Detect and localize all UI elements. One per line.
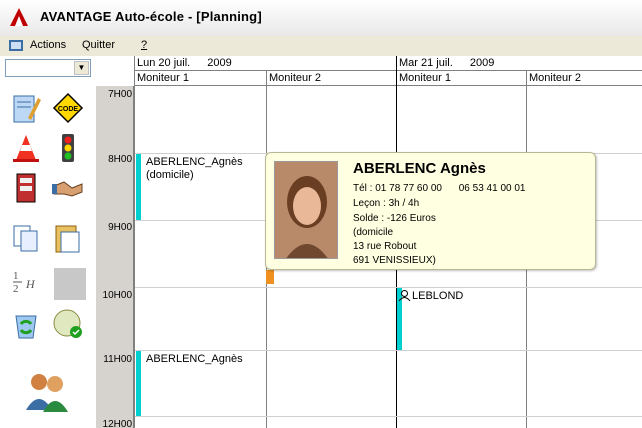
hour-label: 11H00	[103, 354, 132, 365]
tooltip-address: 13 rue Robout	[353, 241, 417, 252]
day-2-label: Mar 21 juil.	[399, 57, 453, 69]
window-title: AVANTAGE Auto-école - [Planning]	[40, 9, 262, 24]
tooltip-phone-2: 06 53 41 00 01	[458, 183, 526, 194]
day-1-year: 2009	[207, 57, 232, 69]
svg-text:2: 2	[13, 283, 19, 295]
notepad-icon[interactable]	[10, 92, 42, 124]
lesson-student: LEBLOND	[412, 290, 464, 302]
view-select[interactable]: ▼	[5, 59, 91, 77]
hour-label: 9H00	[108, 222, 132, 233]
title-bar: AVANTAGE Auto-école - [Planning]	[0, 0, 642, 36]
grid-line	[135, 287, 642, 288]
traffic-light-icon[interactable]	[52, 132, 84, 164]
tooltip-lesson-count: Leçon : 3h / 4h	[353, 198, 420, 209]
grid-line	[134, 56, 135, 428]
paste-icon[interactable]	[52, 222, 84, 254]
lesson-marker	[136, 351, 141, 416]
day-header-2: Mar 21 juil. 2009	[396, 56, 642, 71]
student-photo-image	[275, 162, 337, 258]
student-tooltip: ABERLENC Agnès Tél : 01 78 77 60 00 06 5…	[265, 152, 596, 270]
svg-text:CODE: CODE	[58, 106, 79, 113]
student-photo	[274, 161, 338, 259]
menu-actions[interactable]: Actions	[30, 39, 66, 51]
register-icon[interactable]	[10, 172, 42, 204]
hour-label: 12H00	[102, 419, 132, 428]
lesson-student: ABERLENC_Agnès	[146, 353, 243, 365]
lesson-location: (domicile)	[146, 169, 194, 181]
lesson-marker	[266, 270, 274, 284]
code-icon[interactable]: CODE	[52, 92, 84, 124]
lesson-marker	[136, 154, 141, 220]
grid-line	[135, 416, 642, 417]
time-column: 7H00 8H00 9H00 10H00 11H00 12H00	[96, 86, 134, 428]
hour-label: 8H00	[108, 154, 132, 165]
svg-text:H: H	[25, 277, 36, 291]
lesson-entry[interactable]: ABERLENC_Agnès	[146, 353, 243, 366]
document-menu-icon[interactable]	[8, 38, 24, 52]
app-logo-icon	[10, 8, 28, 26]
hour-label: 10H00	[102, 290, 132, 301]
copy-icon[interactable]	[10, 222, 42, 254]
monitor-header[interactable]: Moniteur 2	[526, 71, 642, 86]
users-icon[interactable]	[22, 370, 72, 412]
menu-quit[interactable]: Quitter	[82, 39, 115, 51]
menu-bar: Actions Quitter ?	[0, 36, 642, 56]
day-2-year: 2009	[469, 57, 495, 69]
svg-text:1: 1	[13, 270, 19, 282]
monitor-header[interactable]: Moniteur 2	[266, 71, 396, 86]
handshake-icon[interactable]	[52, 172, 84, 204]
lesson-entry[interactable]: LEBLOND	[412, 290, 463, 303]
clock-money-icon[interactable]	[52, 308, 84, 340]
recycle-icon[interactable]	[10, 308, 42, 340]
monitor-header[interactable]: Moniteur 1	[396, 71, 526, 86]
grid-line	[135, 350, 642, 351]
lesson-entry[interactable]: ABERLENC_Agnès (domicile)	[146, 156, 243, 182]
tooltip-city: 691 VENISSIEUX)	[353, 255, 436, 266]
tooltip-balance: Solde : -126 Euros	[353, 213, 436, 224]
chevron-down-icon[interactable]: ▼	[74, 61, 89, 75]
traffic-cone-icon[interactable]	[10, 132, 42, 164]
monitor-header[interactable]: Moniteur 1	[134, 71, 266, 86]
tooltip-phone-1: Tél : 01 78 77 60 00	[353, 183, 442, 194]
day-header-1: Lun 20 juil. 2009	[134, 56, 396, 71]
half-hour-icon[interactable]: 1 2 H	[10, 264, 42, 296]
hour-label: 7H00	[108, 89, 132, 100]
tooltip-student-name: ABERLENC Agnès	[353, 160, 486, 177]
day-1-label: Lun 20 juil.	[137, 57, 191, 69]
tooltip-location: (domicile	[353, 227, 394, 238]
lesson-student: ABERLENC_Agnès	[146, 156, 243, 168]
tooltip-phone: Tél : 01 78 77 60 00 06 53 41 00 01	[353, 183, 525, 194]
user-link-icon	[398, 290, 411, 302]
menu-help[interactable]: ?	[141, 39, 147, 51]
blank-icon[interactable]	[54, 268, 86, 300]
